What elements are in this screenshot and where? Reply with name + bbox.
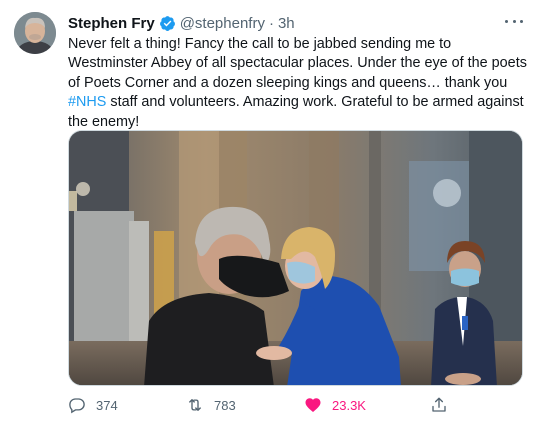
separator-dot: ·: [268, 14, 274, 32]
reply-button[interactable]: 374: [68, 394, 118, 416]
reply-count: 374: [96, 397, 118, 413]
more-options-icon[interactable]: [505, 14, 523, 28]
tweet-text-part2: staff and volunteers. Amazing work. Grat…: [68, 94, 524, 130]
heart-icon: [305, 398, 321, 413]
retweet-count: 783: [214, 397, 236, 413]
author-display-name[interactable]: Stephen Fry: [68, 15, 155, 32]
share-icon: [432, 397, 446, 412]
retweet-icon: [188, 399, 202, 411]
tweet-header: Stephen Fry @stephenfry · 3h: [68, 13, 295, 33]
tweet-timestamp[interactable]: 3h: [278, 15, 295, 32]
reply-icon: [69, 398, 85, 414]
tweet-text-part1: Never felt a thing! Fancy the call to be…: [68, 36, 527, 91]
tweet-actions: 374 783 23.3K: [68, 394, 528, 416]
avatar[interactable]: [14, 12, 56, 54]
tweet-card[interactable]: Stephen Fry @stephenfry · 3h Never felt …: [0, 0, 535, 424]
tweet-photo[interactable]: [68, 130, 523, 386]
share-button[interactable]: [430, 394, 448, 416]
hashtag-link[interactable]: #NHS: [68, 94, 106, 110]
author-handle[interactable]: @stephenfry: [180, 15, 265, 32]
like-button[interactable]: 23.3K: [304, 394, 366, 416]
like-count: 23.3K: [332, 397, 366, 413]
retweet-button[interactable]: 783: [186, 394, 236, 416]
tweet-text: Never felt a thing! Fancy the call to be…: [68, 35, 528, 132]
verified-badge-icon: [159, 15, 176, 32]
